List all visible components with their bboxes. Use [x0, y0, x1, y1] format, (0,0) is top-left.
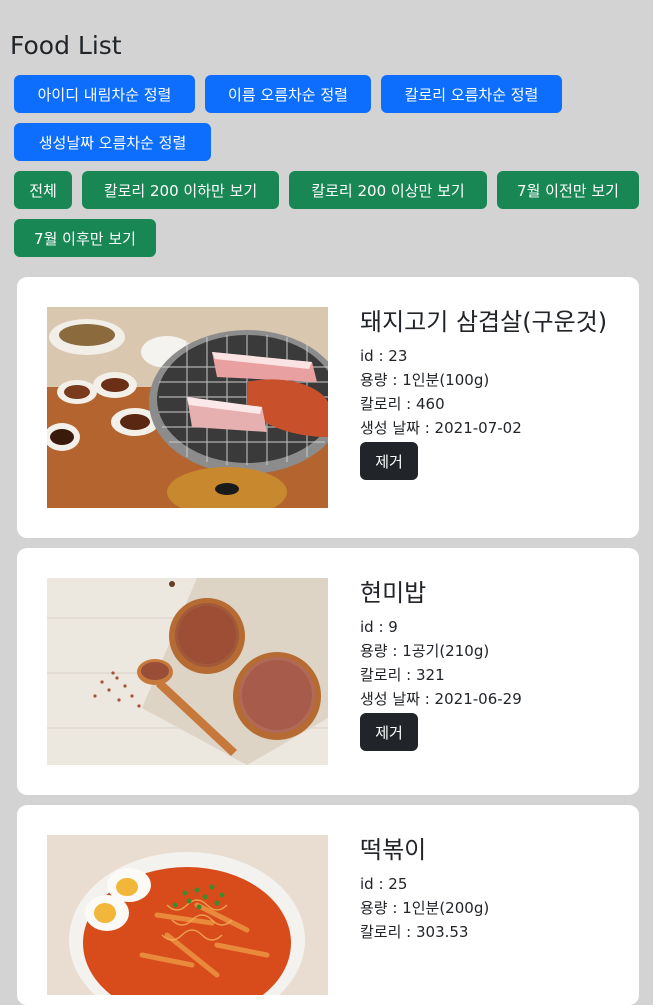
grilled-pork-belly-photo-icon — [47, 307, 328, 508]
food-name: 떡볶이 — [360, 836, 427, 864]
food-image — [47, 307, 328, 508]
filter-after-july-button[interactable]: 7월 이후만 보기 — [14, 219, 156, 257]
food-calorie: 칼로리 : 321 — [360, 666, 445, 684]
food-id: id : 9 — [360, 618, 398, 636]
food-calorie: 칼로리 : 303.53 — [360, 923, 469, 941]
food-name: 현미밥 — [360, 579, 427, 607]
sort-id-desc-button[interactable]: 아이디 내림차순 정렬 — [14, 75, 195, 113]
food-name: 돼지고기 삼겹살(구운것) — [360, 308, 608, 336]
food-calorie: 칼로리 : 460 — [360, 395, 445, 413]
sort-calorie-asc-button[interactable]: 칼로리 오름차순 정렬 — [381, 75, 562, 113]
food-info: 떡볶이 id : 25 용량 : 1인분(200g) 칼로리 : 303.53 — [360, 835, 619, 944]
food-id: id : 23 — [360, 347, 408, 365]
food-info: 돼지고기 삼겹살(구운것) id : 23 용량 : 1인분(100g) 칼로리… — [360, 307, 619, 480]
food-amount: 용량 : 1공기(210g) — [360, 642, 490, 660]
remove-button[interactable]: 제거 — [360, 442, 418, 480]
food-card: 현미밥 id : 9 용량 : 1공기(210g) 칼로리 : 321 생성 날… — [17, 548, 639, 795]
filter-calorie-under-200-button[interactable]: 칼로리 200 이하만 보기 — [82, 171, 279, 209]
page-title: Food List — [10, 31, 122, 60]
tteokbokki-photo-icon — [47, 835, 328, 995]
filter-calorie-over-200-button[interactable]: 칼로리 200 이상만 보기 — [289, 171, 487, 209]
filter-before-july-button[interactable]: 7월 이전만 보기 — [497, 171, 639, 209]
food-date: 생성 날짜 : 2021-07-02 — [360, 419, 522, 437]
brown-rice-photo-icon — [47, 578, 328, 765]
sort-name-asc-button[interactable]: 이름 오름차순 정렬 — [205, 75, 371, 113]
food-date: 생성 날짜 : 2021-06-29 — [360, 690, 522, 708]
food-amount: 용량 : 1인분(200g) — [360, 899, 490, 917]
remove-button[interactable]: 제거 — [360, 713, 418, 751]
food-card: 돼지고기 삼겹살(구운것) id : 23 용량 : 1인분(100g) 칼로리… — [17, 277, 639, 538]
food-info: 현미밥 id : 9 용량 : 1공기(210g) 칼로리 : 321 생성 날… — [360, 578, 619, 751]
food-image — [47, 578, 328, 765]
sort-date-asc-button[interactable]: 생성날짜 오름차순 정렬 — [14, 123, 211, 161]
food-id: id : 25 — [360, 875, 408, 893]
food-image — [47, 835, 328, 995]
filter-all-button[interactable]: 전체 — [14, 171, 72, 209]
food-card: 떡볶이 id : 25 용량 : 1인분(200g) 칼로리 : 303.53 — [17, 805, 639, 1005]
food-amount: 용량 : 1인분(100g) — [360, 371, 490, 389]
